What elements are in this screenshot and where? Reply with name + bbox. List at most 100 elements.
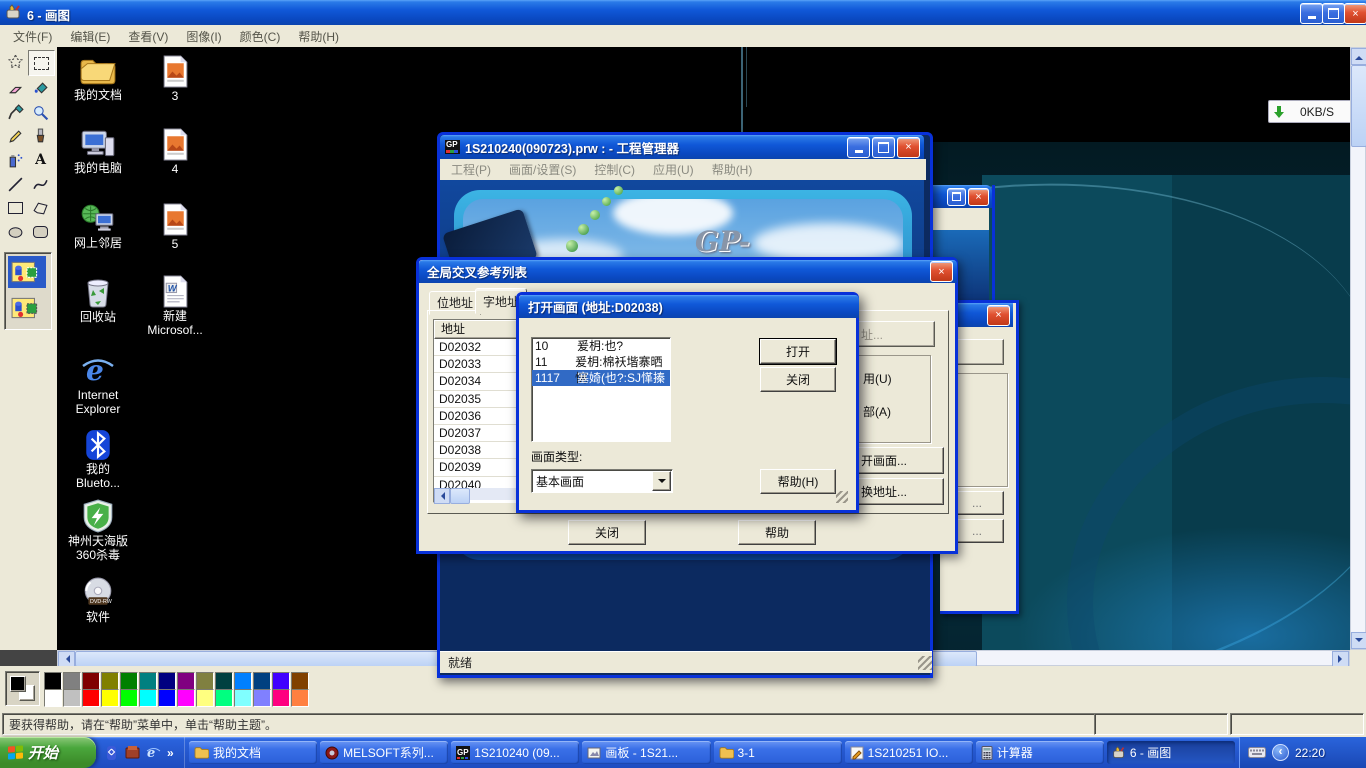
address-row[interactable]: D02032: [434, 339, 522, 356]
tool-free-form-select[interactable]: [3, 50, 28, 74]
color-swatch[interactable]: [44, 672, 62, 690]
color-swatch[interactable]: [234, 689, 252, 707]
tool-airbrush[interactable]: [3, 148, 28, 172]
scroll-down-icon[interactable]: [1351, 632, 1366, 649]
color-swatch[interactable]: [158, 672, 176, 690]
color-swatch[interactable]: [139, 672, 157, 690]
color-swatch[interactable]: [158, 689, 176, 707]
color-swatch[interactable]: [63, 672, 81, 690]
tool-pencil[interactable]: [3, 124, 28, 148]
color-swatch[interactable]: [120, 689, 138, 707]
address-row[interactable]: D02035: [434, 391, 522, 408]
address-row[interactable]: D02034: [434, 373, 522, 390]
color-swatch[interactable]: [272, 689, 290, 707]
address-row[interactable]: D02037: [434, 425, 522, 442]
gp-minimize-button[interactable]: [847, 137, 870, 158]
taskbar-item-melsoft[interactable]: MELSOFT系列...: [320, 741, 448, 764]
screen-type-combobox[interactable]: 基本画面: [531, 469, 673, 493]
color-swatch[interactable]: [215, 689, 233, 707]
tool-select[interactable]: [28, 50, 55, 76]
color-swatch[interactable]: [101, 689, 119, 707]
color-swatch[interactable]: [291, 672, 309, 690]
menu-colors[interactable]: 颜色(C): [231, 25, 290, 48]
tool-rounded-rectangle[interactable]: [28, 220, 53, 244]
canvas-vscrollbar[interactable]: [1350, 47, 1366, 650]
taskbar-item-calculator[interactable]: 计算器: [976, 741, 1104, 764]
color-swatch[interactable]: [215, 672, 233, 690]
tool-line[interactable]: [3, 172, 28, 196]
address-row[interactable]: D02039: [434, 459, 522, 476]
tool-magnifier[interactable]: [28, 100, 53, 124]
screen-list-item[interactable]: 10爰枂:也?: [532, 338, 670, 354]
selection-transparent-option[interactable]: [8, 292, 46, 324]
screen-list-item-selected[interactable]: 1117塞婍(也?:SJ愅搸: [532, 370, 670, 386]
tool-curve[interactable]: [28, 172, 53, 196]
change-address-partial-button[interactable]: 换地址...: [856, 478, 944, 505]
fragment-maximize-button[interactable]: [947, 188, 966, 206]
taskbar-item-drawing-board[interactable]: 画板 - 1S21...: [582, 741, 710, 764]
open-button[interactable]: 打开: [760, 339, 836, 364]
menu-edit[interactable]: 编辑(E): [61, 25, 119, 48]
address-row[interactable]: D02033: [434, 356, 522, 373]
vscroll-thumb[interactable]: [1351, 65, 1366, 147]
color-swatch[interactable]: [196, 689, 214, 707]
color-swatch[interactable]: [196, 672, 214, 690]
open-dialog-resize-grip[interactable]: [836, 491, 848, 503]
xref-close-icon[interactable]: ×: [930, 261, 953, 282]
quick-launch-item-1[interactable]: [104, 745, 119, 761]
tool-fill[interactable]: [28, 76, 53, 100]
scroll-left-icon[interactable]: [58, 651, 75, 667]
taskbar-item-gp-project[interactable]: GP 1S210240 (09...: [451, 741, 579, 764]
color-swatch[interactable]: [82, 689, 100, 707]
color-swatch[interactable]: [253, 689, 271, 707]
tool-rectangle[interactable]: [3, 196, 28, 220]
paint-close-button[interactable]: ×: [1344, 3, 1366, 24]
fragment3-close-button[interactable]: ×: [987, 305, 1010, 326]
address-column-header[interactable]: 地址: [434, 320, 522, 339]
taskbar-item-io-editor[interactable]: 1S210251 IO...: [845, 741, 973, 764]
menu-file[interactable]: 文件(F): [4, 25, 61, 48]
xref-close-button[interactable]: 关闭: [568, 520, 646, 545]
hide-tray-icons-icon[interactable]: ‹: [1272, 744, 1289, 761]
tool-ellipse[interactable]: [3, 220, 28, 244]
taskbar-item-paint[interactable]: 6 - 画图: [1107, 741, 1235, 764]
tool-eraser[interactable]: [3, 76, 28, 100]
gp-menu-control[interactable]: 控制(C): [585, 158, 644, 181]
open-screen-partial-button[interactable]: 开画面...: [856, 447, 944, 474]
address-scroll-track[interactable]: [470, 488, 522, 500]
color-swatch[interactable]: [82, 672, 100, 690]
fragment-close-button[interactable]: ×: [968, 188, 989, 206]
color-swatch[interactable]: [177, 689, 195, 707]
tool-brush[interactable]: [28, 124, 53, 148]
taskbar-item-folder-3-1[interactable]: 3-1: [714, 741, 842, 764]
fragment3-button[interactable]: [952, 339, 1004, 365]
paint-minimize-button[interactable]: [1300, 3, 1323, 24]
screen-list-item[interactable]: 11爰枂:棉袄堦寨晒惋: [532, 354, 670, 370]
gp-resize-grip[interactable]: [918, 656, 932, 670]
address-row[interactable]: D02036: [434, 408, 522, 425]
scroll-up-icon[interactable]: [1351, 48, 1366, 65]
scope-option-all[interactable]: 部(A): [863, 403, 930, 420]
tool-pick-color[interactable]: [3, 100, 28, 124]
menu-help[interactable]: 帮助(H): [289, 25, 348, 48]
color-swatch[interactable]: [139, 689, 157, 707]
quick-launch-overflow-chevron[interactable]: »: [167, 746, 174, 760]
quick-launch-item-ie[interactable]: e: [146, 745, 161, 760]
open-dialog-help-button[interactable]: 帮助(H): [760, 469, 836, 494]
paint-maximize-button[interactable]: [1322, 3, 1345, 24]
tool-polygon[interactable]: [28, 196, 53, 220]
color-swatch[interactable]: [177, 672, 195, 690]
fragment3-ellipsis-button-2[interactable]: ...: [950, 519, 1004, 543]
color-swatch[interactable]: [234, 672, 252, 690]
scope-option-use[interactable]: 用(U): [863, 370, 930, 387]
start-button[interactable]: 开始: [0, 737, 96, 768]
xref-help-button[interactable]: 帮助: [738, 520, 816, 545]
taskbar-item-my-documents[interactable]: 我的文档: [189, 741, 317, 764]
gp-menu-project[interactable]: 工程(P): [442, 158, 500, 181]
gp-close-button[interactable]: ×: [897, 137, 920, 158]
gp-menu-help[interactable]: 帮助(H): [703, 158, 762, 181]
color-swatch[interactable]: [63, 689, 81, 707]
open-dialog-close-button[interactable]: 关闭: [760, 367, 836, 392]
selection-opaque-option[interactable]: [8, 256, 46, 288]
combobox-dropdown-icon[interactable]: [652, 471, 671, 491]
